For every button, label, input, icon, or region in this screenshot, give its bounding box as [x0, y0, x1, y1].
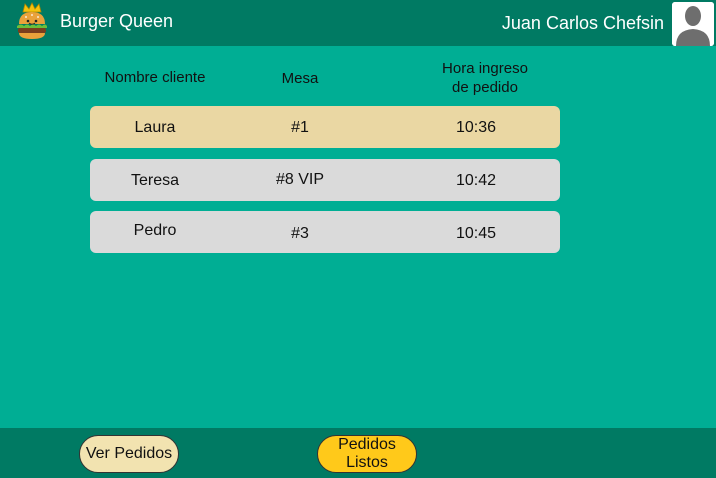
order-customer-name: Teresa [130, 172, 180, 189]
brand-name: Burger Queen [60, 11, 174, 31]
ready-orders-button[interactable]: Pedidos Listos [317, 435, 417, 473]
column-header-table: Mesa [281, 70, 319, 87]
ready-orders-label: Pedidos Listos [338, 436, 396, 472]
column-header-time-line1: Hora ingreso [442, 60, 528, 77]
burger-queen-logo-icon [17, 2, 47, 39]
order-row[interactable]: Pedro #3 10:45 [90, 211, 560, 253]
column-header-time-line2: de pedido [452, 79, 518, 96]
order-row[interactable]: Teresa #8 VIP 10:42 [90, 159, 560, 201]
ready-orders-label-line2: Listos [346, 454, 388, 471]
user-name: Juan Carlos Chefsin [501, 13, 664, 33]
order-table-number: #3 [291, 225, 309, 242]
order-customer-name: Pedro [133, 222, 177, 239]
order-table-number: #8 VIP [275, 171, 325, 188]
order-table-number: #1 [291, 119, 309, 136]
column-header-name: Nombre cliente [104, 69, 206, 86]
user-silhouette-icon [672, 2, 714, 46]
order-time: 10:36 [455, 119, 497, 136]
column-header-time: Hora ingreso de pedido [420, 60, 550, 96]
user-avatar[interactable] [672, 2, 714, 46]
order-customer-name: Laura [134, 119, 176, 136]
top-bar: Burger Queen Juan Carlos Chefsin [0, 0, 716, 46]
view-orders-button[interactable]: Ver Pedidos [79, 435, 179, 473]
order-row[interactable]: Laura #1 10:36 [90, 106, 560, 148]
bottom-bar: Ver Pedidos Pedidos Listos [0, 428, 716, 478]
order-time: 10:45 [455, 225, 497, 242]
ready-orders-label-line1: Pedidos [338, 436, 396, 453]
order-time: 10:42 [455, 172, 497, 189]
